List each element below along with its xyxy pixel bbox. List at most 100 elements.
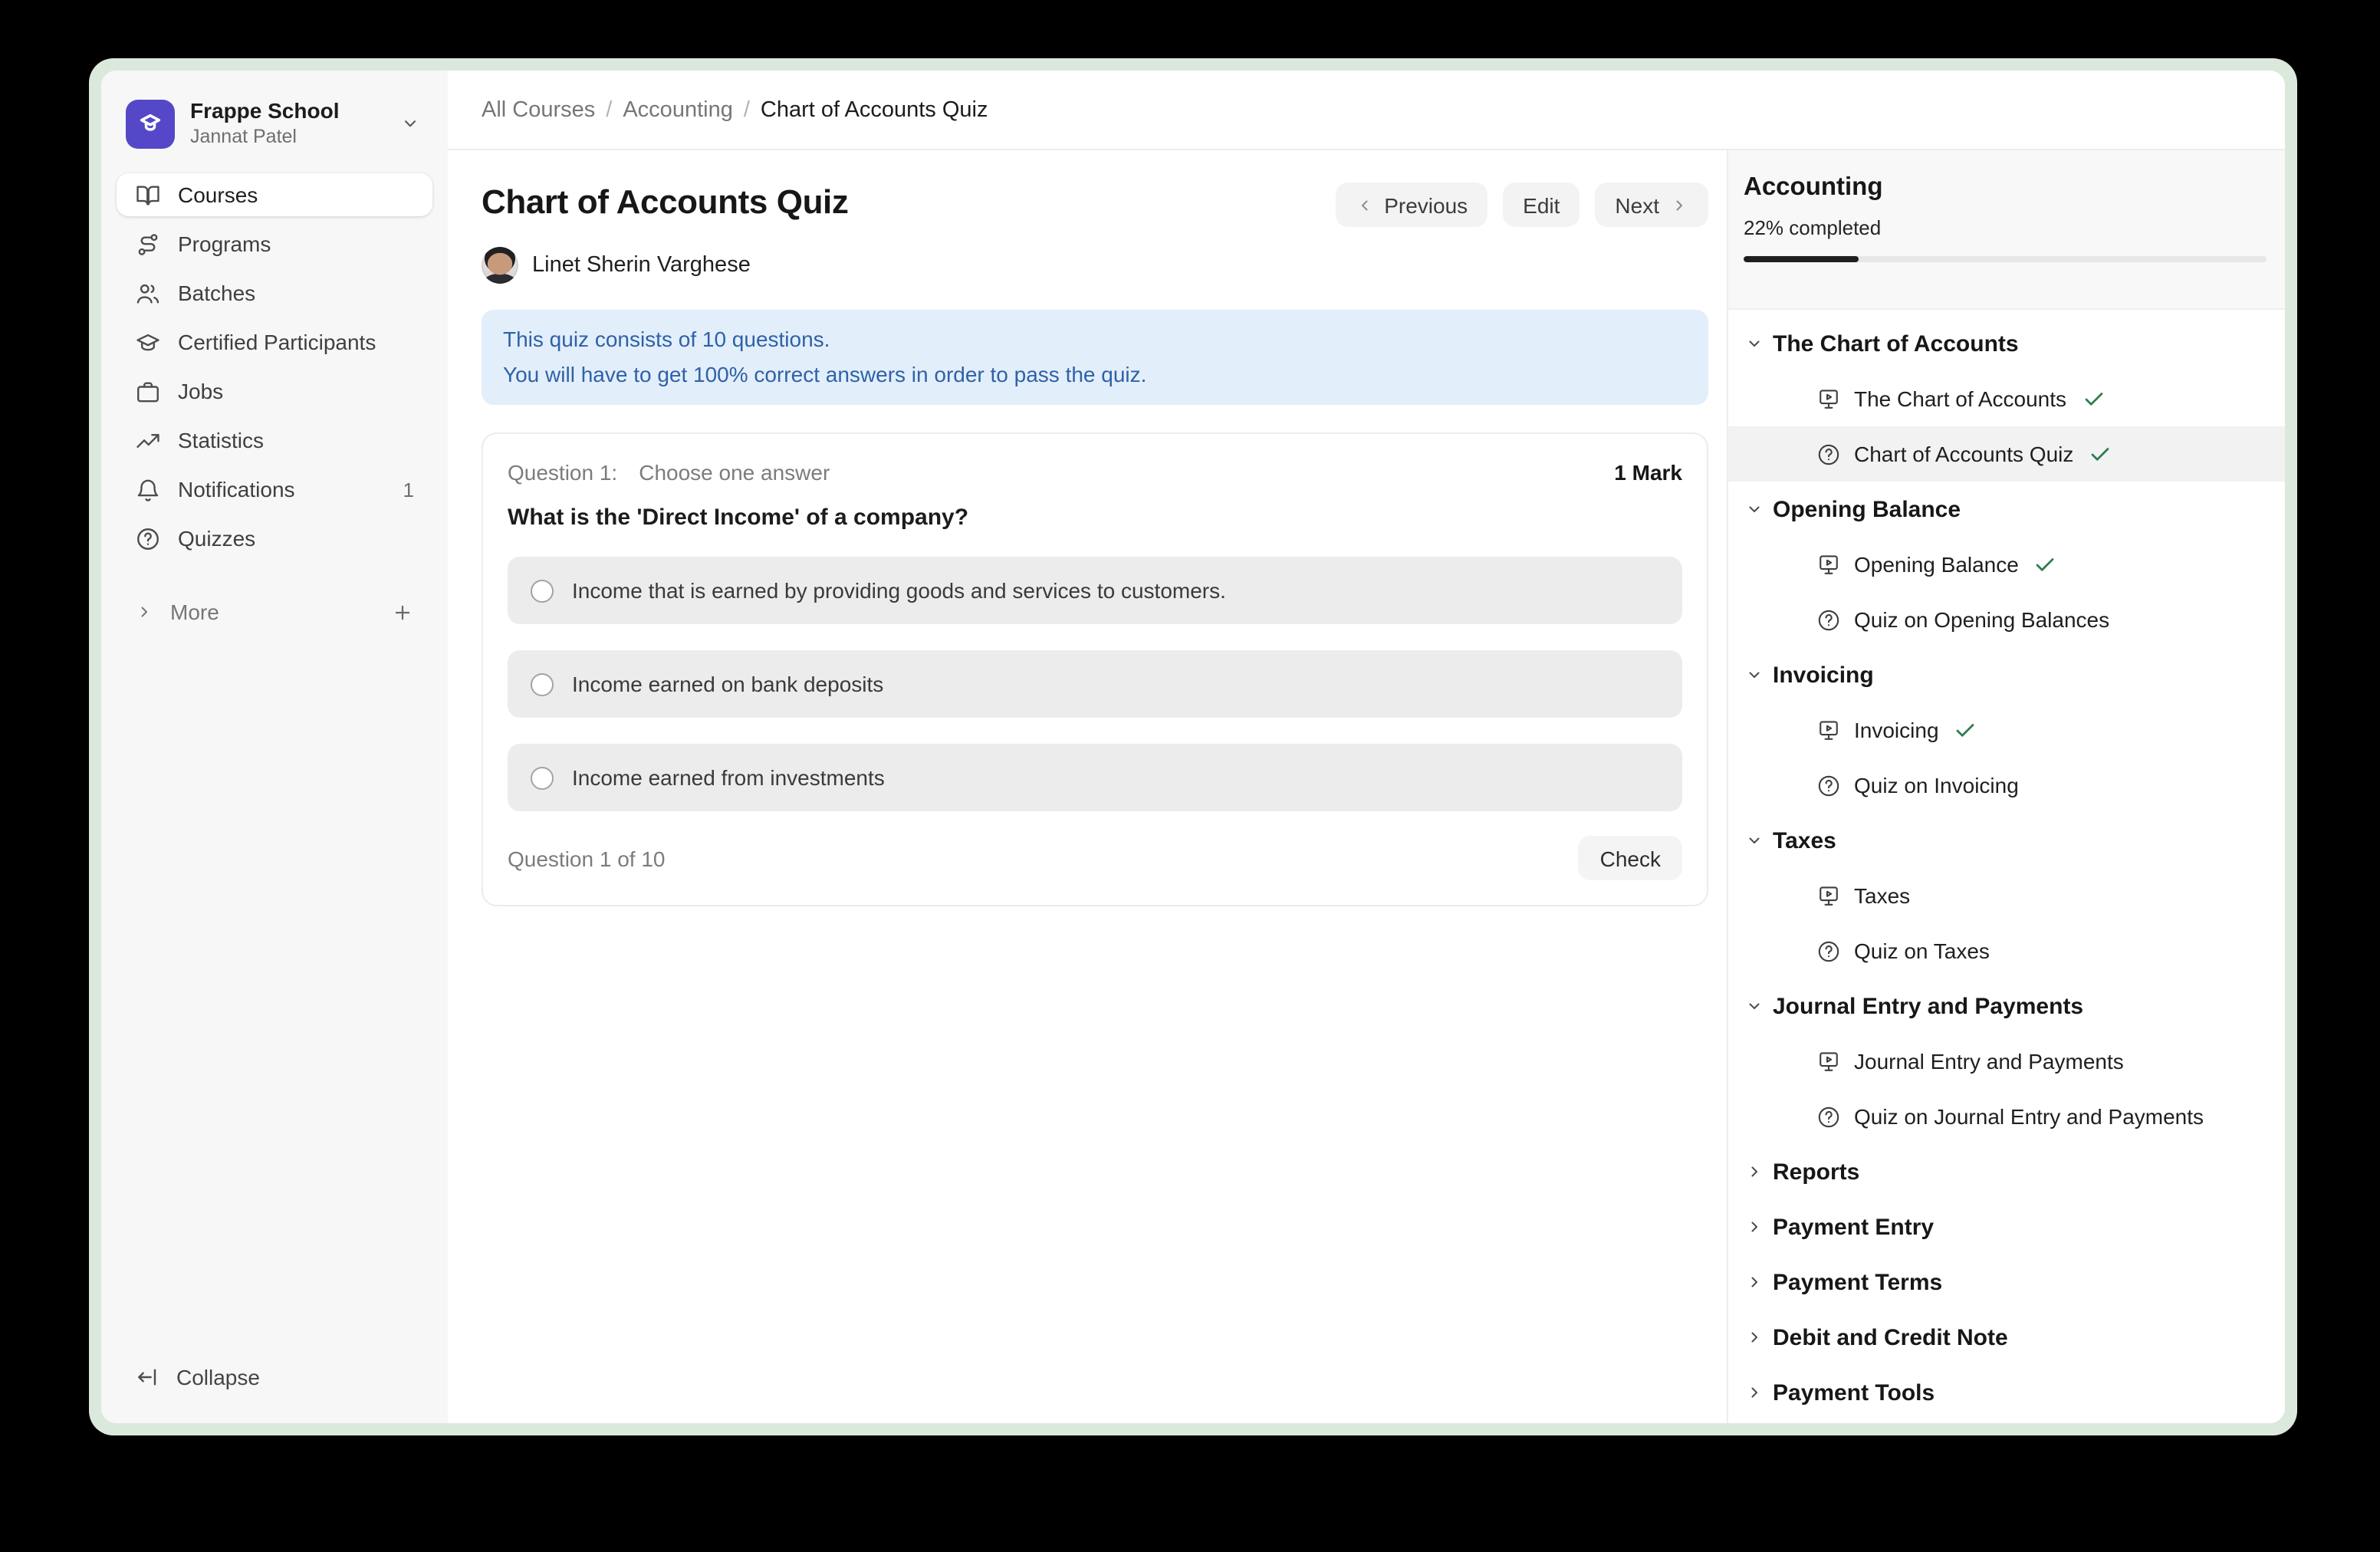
lesson-video-icon	[1816, 386, 1842, 412]
frappe-school-logo	[126, 99, 175, 148]
outline-section-title: Opening Balance	[1773, 496, 1961, 522]
outline-item-quiz-on-taxes[interactable]: Quiz on Taxes	[1728, 923, 2285, 978]
question-progress: Question 1 of 10	[508, 846, 666, 870]
outline-section-debit-and-credit-note[interactable]: Debit and Credit Note	[1728, 1310, 2285, 1365]
chevron-down-icon	[1745, 334, 1764, 353]
check-icon	[2034, 553, 2057, 576]
chevron-down-icon	[1745, 831, 1764, 850]
title-row: Chart of Accounts Quiz Previous Edit	[482, 181, 1708, 227]
author-avatar	[482, 247, 518, 284]
outline-item-taxes[interactable]: Taxes	[1728, 868, 2285, 923]
chevron-right-icon	[1745, 1328, 1764, 1346]
sidebar-item-jobs[interactable]: Jobs	[117, 370, 432, 413]
question-header: Question 1: Choose one answer 1 Mark	[508, 460, 1682, 485]
radio-button[interactable]	[531, 672, 554, 695]
outline-section-payment-terms[interactable]: Payment Terms	[1728, 1254, 2285, 1310]
question-instruction: Choose one answer	[639, 460, 830, 485]
outline-section-title: Payment Entry	[1773, 1214, 1934, 1240]
brand-text: Frappe School Jannat Patel	[190, 98, 385, 149]
outline-item-label: Quiz on Invoicing	[1854, 773, 2019, 797]
lesson-video-icon	[1816, 883, 1842, 909]
outline-section-title: Journal Entry and Payments	[1773, 993, 2083, 1019]
radio-button[interactable]	[531, 766, 554, 789]
briefcase-icon	[135, 378, 161, 404]
quiz-info-banner: This quiz consists of 10 questions. You …	[482, 310, 1708, 405]
main-panel: Chart of Accounts Quiz Previous Edit	[448, 150, 1727, 1423]
outline-section-journal-entry-and-payments[interactable]: Journal Entry and Payments	[1728, 978, 2285, 1034]
previous-button[interactable]: Previous	[1335, 182, 1488, 227]
outline-item-label: Opening Balance	[1854, 552, 2019, 577]
outline-item-label: Journal Entry and Payments	[1854, 1049, 2124, 1074]
sidebar-more[interactable]: More	[117, 590, 432, 633]
chevron-right-icon	[1745, 1273, 1764, 1291]
outline-item-invoicing[interactable]: Invoicing	[1728, 702, 2285, 758]
help-circle-icon	[135, 525, 161, 551]
chevron-right-icon	[1670, 196, 1688, 214]
quiz-question-icon	[1816, 607, 1842, 633]
chevron-down-icon	[1745, 666, 1764, 684]
outline-section-opening-balance[interactable]: Opening Balance	[1728, 482, 2285, 537]
author-name: Linet Sherin Varghese	[532, 253, 751, 278]
author-row: Linet Sherin Varghese	[482, 247, 1708, 284]
page-title: Chart of Accounts Quiz	[482, 181, 848, 224]
outline-item-label: Quiz on Journal Entry and Payments	[1854, 1104, 2204, 1129]
outline-section-payment-tools[interactable]: Payment Tools	[1728, 1365, 2285, 1420]
workspace-switcher[interactable]: Frappe School Jannat Patel	[101, 98, 448, 149]
breadcrumb-current: Chart of Accounts Quiz	[761, 97, 988, 122]
book-open-icon	[135, 182, 161, 208]
outline-item-quiz-on-journal-entry-and-payments[interactable]: Quiz on Journal Entry and Payments	[1728, 1089, 2285, 1144]
outline-section-taxes[interactable]: Taxes	[1728, 813, 2285, 868]
outline-item-chart-of-accounts-quiz[interactable]: Chart of Accounts Quiz	[1728, 426, 2285, 482]
outline-item-the-chart-of-accounts[interactable]: The Chart of Accounts	[1728, 371, 2285, 426]
outline-section-payment-entry[interactable]: Payment Entry	[1728, 1199, 2285, 1254]
outline-item-quiz-on-opening-balances[interactable]: Quiz on Opening Balances	[1728, 592, 2285, 647]
outline-section-title: The Chart of Accounts	[1773, 330, 2019, 357]
quiz-question-icon	[1816, 938, 1842, 964]
sidebar-item-statistics[interactable]: Statistics	[117, 419, 432, 462]
outline-item-quiz-on-invoicing[interactable]: Quiz on Invoicing	[1728, 758, 2285, 813]
bell-icon	[135, 476, 161, 502]
workspace-title: Frappe School	[190, 98, 385, 124]
sidebar-item-certified-participants[interactable]: Certified Participants	[117, 321, 432, 363]
chevron-right-icon	[1745, 1162, 1764, 1181]
outline-item-opening-balance[interactable]: Opening Balance	[1728, 537, 2285, 592]
quiz-info-line-2: You will have to get 100% correct answer…	[503, 357, 1687, 393]
outline-section-invoicing[interactable]: Invoicing	[1728, 647, 2285, 702]
plus-icon[interactable]	[391, 600, 414, 623]
trending-up-icon	[135, 427, 161, 453]
breadcrumb-all-courses[interactable]: All Courses	[482, 97, 595, 122]
sidebar-item-label: Notifications	[178, 477, 386, 501]
check-button[interactable]: Check	[1579, 836, 1682, 880]
sidebar-item-courses[interactable]: Courses	[117, 173, 432, 216]
outline-section-the-chart-of-accounts[interactable]: The Chart of Accounts	[1728, 316, 2285, 371]
screen: Frappe School Jannat Patel Courses Progra…	[0, 0, 2380, 1552]
outline-item-label: Invoicing	[1854, 718, 1939, 742]
answer-option-3[interactable]: Income earned from investments	[508, 744, 1682, 811]
collapse-icon	[135, 1365, 159, 1389]
breadcrumb: All Courses / Accounting / Chart of Acco…	[448, 71, 2285, 150]
outline-item-label: Quiz on Opening Balances	[1854, 607, 2109, 632]
sidebar-item-quizzes[interactable]: Quizzes	[117, 517, 432, 560]
question-text: What is the 'Direct Income' of a company…	[508, 505, 1682, 531]
outline-section-title: Debit and Credit Note	[1773, 1324, 2008, 1350]
outline-item-journal-entry-and-payments[interactable]: Journal Entry and Payments	[1728, 1034, 2285, 1089]
radio-button[interactable]	[531, 579, 554, 602]
sidebar-item-label: Courses	[178, 182, 414, 207]
outline-section-reports[interactable]: Reports	[1728, 1144, 2285, 1199]
collapse-sidebar-button[interactable]: Collapse	[117, 1356, 432, 1399]
answer-option-1[interactable]: Income that is earned by providing goods…	[508, 557, 1682, 624]
answer-option-label: Income earned from investments	[572, 765, 885, 790]
answer-option-2[interactable]: Income earned on bank deposits	[508, 650, 1682, 718]
sidebar-item-batches[interactable]: Batches	[117, 271, 432, 314]
question-card: Question 1: Choose one answer 1 Mark Wha…	[482, 432, 1708, 906]
course-outline-header: Accounting 22% completed	[1728, 150, 2285, 310]
sidebar-item-programs[interactable]: Programs	[117, 222, 432, 265]
course-outline-sidebar: Accounting 22% completed The Chart of Ac…	[1727, 150, 2285, 1423]
outline-section-title: Payment Tools	[1773, 1379, 1935, 1406]
edit-button[interactable]: Edit	[1503, 182, 1580, 227]
next-button[interactable]: Next	[1595, 182, 1708, 227]
breadcrumb-separator: /	[606, 97, 612, 122]
next-label: Next	[1615, 192, 1659, 217]
breadcrumb-accounting[interactable]: Accounting	[623, 97, 733, 122]
sidebar-item-notifications[interactable]: Notifications1	[117, 468, 432, 511]
